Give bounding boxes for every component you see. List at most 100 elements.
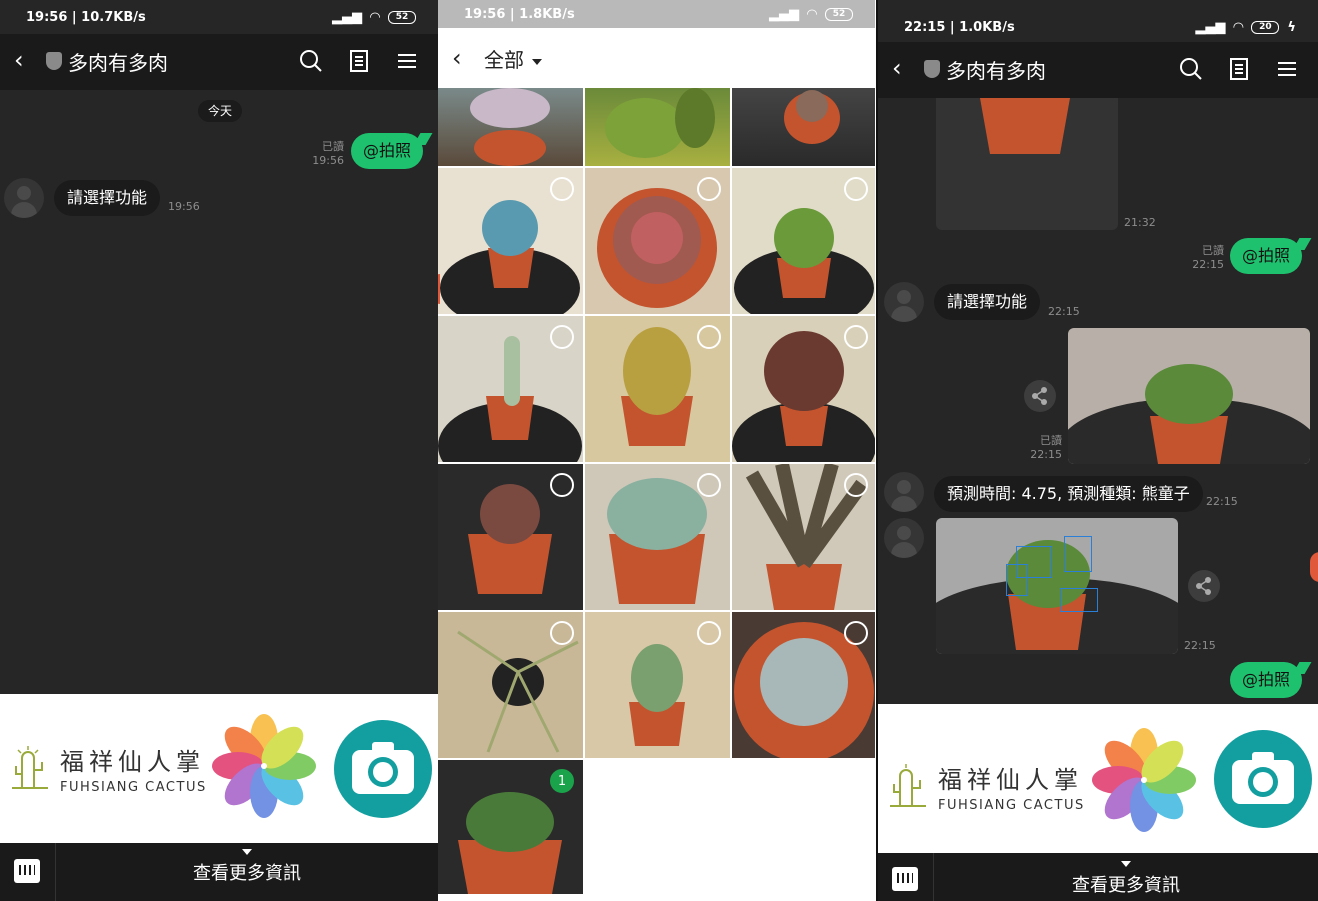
- select-checkbox[interactable]: [697, 621, 721, 645]
- incoming-message[interactable]: 請選擇功能: [54, 180, 161, 216]
- photo-thumbnail[interactable]: [732, 464, 875, 610]
- photo-thumbnail[interactable]: [732, 88, 875, 166]
- notes-icon[interactable]: [1226, 56, 1252, 82]
- chat-header: ‹ 多肉有多肉: [0, 34, 438, 90]
- photo-thumbnail[interactable]: [585, 464, 730, 610]
- bottom-bar: 查看更多資訊: [878, 853, 1318, 901]
- brand-name-zh: 福祥仙人掌: [60, 748, 205, 776]
- photo-thumbnail[interactable]: [438, 612, 583, 758]
- album-selector[interactable]: 全部: [484, 44, 542, 73]
- message-time: 22:15: [1048, 305, 1080, 318]
- keyboard-icon[interactable]: [892, 867, 918, 891]
- outgoing-message[interactable]: @拍照: [1230, 662, 1303, 698]
- notes-icon[interactable]: [346, 48, 372, 74]
- select-checkbox[interactable]: [844, 621, 868, 645]
- avatar[interactable]: [4, 178, 44, 218]
- detection-photo[interactable]: [936, 518, 1178, 654]
- sent-photo[interactable]: [1068, 328, 1310, 464]
- chat-header: ‹ 多肉有多肉: [878, 42, 1318, 98]
- share-icon[interactable]: [1188, 570, 1220, 602]
- photo-thumbnail[interactable]: [732, 612, 875, 758]
- battery-icon: 20: [1251, 21, 1280, 34]
- back-icon[interactable]: ‹: [892, 56, 902, 80]
- status-icons: ▂▄▆ ◠ 52: [332, 10, 416, 25]
- outgoing-message[interactable]: @拍照: [1230, 238, 1303, 274]
- cactus-logo-icon: [12, 746, 48, 789]
- photo-thumbnail[interactable]: [585, 316, 730, 462]
- back-icon[interactable]: ‹: [14, 48, 24, 72]
- more-info-toggle[interactable]: 查看更多資訊: [934, 861, 1318, 897]
- bottom-bar: 查看更多資訊: [0, 843, 438, 901]
- date-separator: 今天: [198, 100, 242, 122]
- select-checkbox[interactable]: [550, 325, 574, 349]
- photos-icon[interactable]: [212, 714, 316, 818]
- select-checkbox[interactable]: [844, 325, 868, 349]
- photo-thumbnail[interactable]: [732, 168, 875, 314]
- floating-handle: [1310, 552, 1318, 582]
- search-icon[interactable]: [298, 48, 324, 74]
- sent-photo[interactable]: [936, 98, 1118, 230]
- brand-name-en: FUHSIANG CACTUS: [938, 798, 1085, 813]
- outgoing-message[interactable]: @拍照: [351, 133, 424, 169]
- avatar[interactable]: [884, 282, 924, 322]
- message-meta: 已讀 22:15: [1018, 434, 1062, 462]
- chat-title: 多肉有多肉: [946, 59, 1046, 83]
- rich-menu: 福祥仙人掌 FUHSIANG CACTUS: [0, 694, 438, 844]
- chat-panel-left: 19:56 | 10.7KB/s ▂▄▆ ◠ 52 ‹ 多肉有多肉 今天 已讀 …: [0, 0, 438, 901]
- camera-button[interactable]: [334, 720, 432, 818]
- camera-icon: [1232, 752, 1294, 804]
- share-icon[interactable]: [1024, 380, 1056, 412]
- avatar[interactable]: [884, 518, 924, 558]
- selection-count-badge[interactable]: 1: [550, 769, 574, 793]
- floating-handle: [438, 274, 440, 304]
- photo-thumbnail[interactable]: [732, 316, 875, 462]
- wifi-icon: ◠: [370, 10, 380, 25]
- message-time: 22:15: [1192, 258, 1224, 271]
- photo-thumbnail[interactable]: [585, 612, 730, 758]
- status-icons: ▂▄▆ ◠ 20 ϟ: [1195, 20, 1296, 35]
- select-checkbox[interactable]: [550, 621, 574, 645]
- menu-icon[interactable]: [394, 48, 420, 74]
- photo-thumbnail[interactable]: [585, 88, 730, 166]
- photo-thumbnail[interactable]: [585, 168, 730, 314]
- detection-box: [1064, 536, 1092, 572]
- photos-icon[interactable]: [1092, 728, 1196, 832]
- keyboard-icon[interactable]: [14, 859, 40, 883]
- photo-thumbnail-selected[interactable]: 1: [438, 760, 583, 894]
- select-checkbox[interactable]: [844, 473, 868, 497]
- status-time: 19:56 | 10.7KB/s: [26, 10, 146, 25]
- battery-icon: 52: [388, 11, 416, 24]
- select-checkbox[interactable]: [550, 177, 574, 201]
- photo-thumbnail[interactable]: [438, 88, 583, 166]
- signal-icon: ▂▄▆: [769, 7, 799, 22]
- back-icon[interactable]: ‹: [452, 44, 462, 72]
- plant-image: [936, 518, 1178, 654]
- incoming-message[interactable]: 請選擇功能: [934, 284, 1041, 320]
- message-time: 19:56: [168, 200, 200, 213]
- select-checkbox[interactable]: [550, 473, 574, 497]
- select-checkbox[interactable]: [697, 325, 721, 349]
- photo-thumbnail[interactable]: [438, 168, 583, 314]
- gallery-header: ‹ 全部: [438, 28, 875, 88]
- select-checkbox[interactable]: [844, 177, 868, 201]
- search-icon[interactable]: [1178, 56, 1204, 82]
- wifi-icon: ◠: [1233, 20, 1244, 35]
- menu-icon[interactable]: [1274, 56, 1300, 82]
- status-icons: ▂▄▆ ◠ 52: [769, 7, 853, 22]
- read-receipt: 已讀: [1040, 434, 1062, 447]
- photo-thumbnail[interactable]: [438, 464, 583, 610]
- message-time: 22:15: [1030, 448, 1062, 461]
- select-checkbox[interactable]: [697, 473, 721, 497]
- select-checkbox[interactable]: [697, 177, 721, 201]
- avatar[interactable]: [884, 472, 924, 512]
- camera-button[interactable]: [1214, 730, 1312, 828]
- official-account-icon: [924, 60, 940, 78]
- photo-thumbnail[interactable]: [438, 316, 583, 462]
- more-info-toggle[interactable]: 查看更多資訊: [56, 849, 438, 885]
- plant-image: [1068, 328, 1310, 464]
- brand-name-en: FUHSIANG CACTUS: [60, 780, 207, 795]
- status-time: 22:15 | 1.0KB/s: [904, 20, 1015, 35]
- prediction-message[interactable]: 預測時間: 4.75, 預測種類: 熊童子: [934, 476, 1203, 512]
- read-receipt: 已讀: [1202, 244, 1224, 257]
- brand-logo: 福祥仙人掌 FUHSIANG CACTUS: [10, 736, 210, 796]
